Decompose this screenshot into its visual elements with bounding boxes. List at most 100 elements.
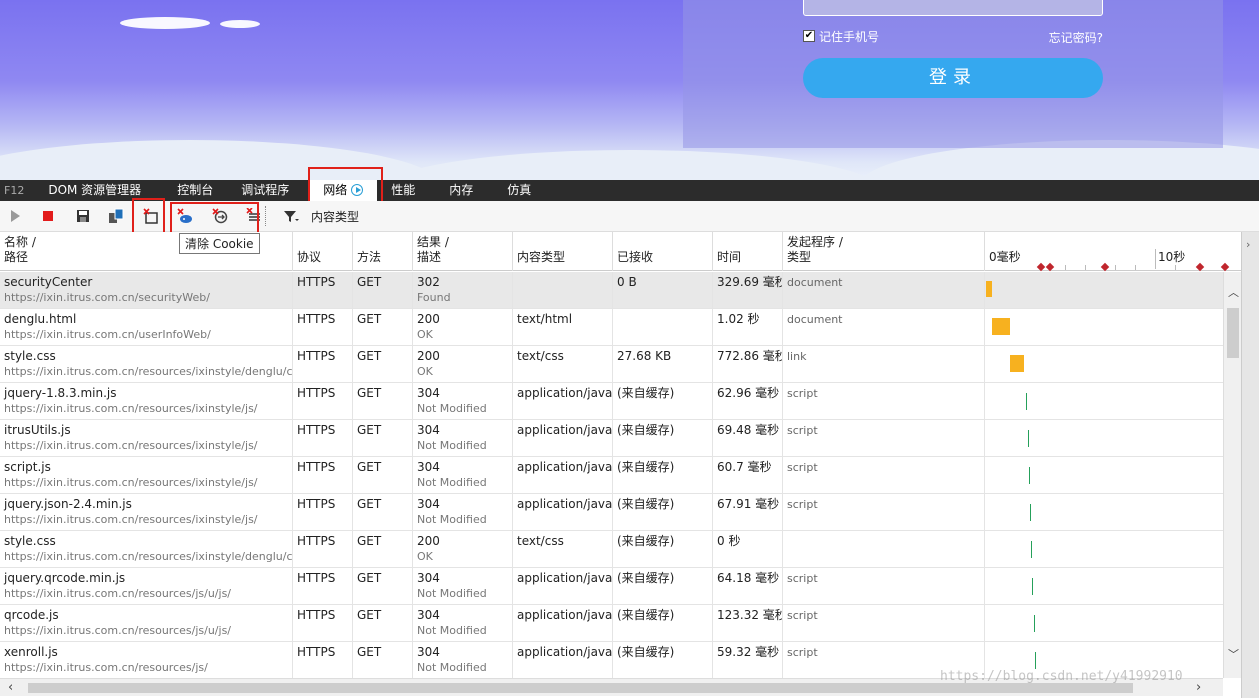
cell-received: (来自缓存) <box>613 494 713 531</box>
cell-received: (来自缓存) <box>613 605 713 642</box>
cell-initiator: document <box>783 272 985 309</box>
vertical-scrollbar[interactable]: ︿ ﹀ <box>1223 272 1241 678</box>
always-refresh-icon[interactable] <box>108 208 124 224</box>
cell-content-type: application/java... <box>513 494 613 531</box>
tab-console[interactable]: 控制台 <box>155 180 227 201</box>
table-row[interactable]: jquery.qrcode.min.js https://ixin.itrus.c… <box>0 568 1223 605</box>
timeline-event-marker <box>1220 262 1230 272</box>
cell-protocol-text: HTTPS <box>297 460 336 474</box>
forgot-password-link[interactable]: 忘记密码? <box>1049 29 1103 46</box>
cell-protocol-text: HTTPS <box>297 645 336 659</box>
cell-content-type: application/java... <box>513 605 613 642</box>
cell-method: GET <box>353 346 413 383</box>
scroll-right-icon[interactable]: › <box>1196 680 1201 695</box>
cell-method-text: GET <box>357 645 382 659</box>
cell-result: 304 Not Modified <box>413 642 513 678</box>
cell-initiator: link <box>783 346 985 383</box>
cell-protocol-text: HTTPS <box>297 571 336 585</box>
cell-method: GET <box>353 272 413 309</box>
column-header-received[interactable]: 已接收 <box>613 232 713 271</box>
cell-initiator: script <box>783 605 985 642</box>
column-header-time[interactable]: 时间 <box>713 232 783 271</box>
login-panel: ✔ 记住手机号 忘记密码? 登录 <box>683 0 1223 148</box>
table-row[interactable]: denglu.html https://ixin.itrus.com.cn/use… <box>0 309 1223 346</box>
cell-received-text: (来自缓存) <box>617 497 675 511</box>
cell-protocol-text: HTTPS <box>297 349 336 363</box>
cell-name-subtext: https://ixin.itrus.com.cn/resources/ixin… <box>4 439 258 452</box>
cell-name-subtext: https://ixin.itrus.com.cn/resources/js/u… <box>4 624 232 637</box>
cell-protocol-text: HTTPS <box>297 275 336 289</box>
column-time-label: 时间 <box>717 250 742 264</box>
stop-record-icon[interactable] <box>40 208 56 224</box>
cell-waterfall <box>985 494 1223 531</box>
cell-name-text: script.js <box>4 460 51 474</box>
cell-content-type-text: text/html <box>517 312 573 326</box>
timeline-event-marker <box>1195 262 1205 272</box>
vertical-scroll-thumb[interactable] <box>1227 308 1239 358</box>
table-row[interactable]: style.css https://ixin.itrus.com.cn/resou… <box>0 531 1223 568</box>
column-header-initiator[interactable]: 发起程序 / 类型 <box>783 232 985 271</box>
table-row[interactable]: jquery.json-2.4.min.js https://ixin.itrus… <box>0 494 1223 531</box>
cell-received-text: (来自缓存) <box>617 460 675 474</box>
cell-waterfall <box>985 568 1223 605</box>
remember-phone-row[interactable]: ✔ 记住手机号 <box>803 28 879 44</box>
timeline-ruler-tick <box>1115 265 1116 270</box>
table-row[interactable]: jquery-1.8.3.min.js https://ixin.itrus.co… <box>0 383 1223 420</box>
tab-memory[interactable]: 内存 <box>429 180 487 201</box>
column-header-timeline[interactable]: 0毫秒 10秒 <box>985 232 1241 272</box>
cell-result-text: 304 <box>417 386 440 400</box>
tab-emulation[interactable]: 仿真 <box>487 180 545 201</box>
column-header-content-type[interactable]: 内容类型 <box>513 232 613 271</box>
waterfall-timing-bar <box>992 318 1010 335</box>
network-request-list: securityCenter https://ixin.itrus.com.cn/… <box>0 272 1223 678</box>
remember-phone-checkbox[interactable]: ✔ <box>803 30 815 42</box>
waterfall-timing-bar <box>1028 430 1029 447</box>
table-row[interactable]: qrcode.js https://ixin.itrus.com.cn/resou… <box>0 605 1223 642</box>
scroll-up-icon[interactable]: ︿ <box>1228 284 1239 300</box>
filter-icon[interactable] <box>283 208 299 224</box>
cell-protocol-text: HTTPS <box>297 386 336 400</box>
cell-result-subtext: Not Modified <box>417 476 487 489</box>
cell-result: 304 Not Modified <box>413 383 513 420</box>
cell-result-text: 304 <box>417 645 440 659</box>
cell-result-text: 304 <box>417 571 440 585</box>
horizontal-scroll-thumb[interactable] <box>28 683 1133 693</box>
cell-protocol-text: HTTPS <box>297 312 336 326</box>
cell-name: securityCenter https://ixin.itrus.com.cn/… <box>0 272 293 309</box>
column-header-method[interactable]: 方法 <box>353 232 413 271</box>
cell-protocol: HTTPS <box>293 605 353 642</box>
scroll-left-icon[interactable]: ‹ <box>8 680 13 695</box>
cell-protocol-text: HTTPS <box>297 423 336 437</box>
export-har-icon[interactable] <box>75 208 91 224</box>
cell-name-text: style.css <box>4 349 56 363</box>
details-pane-collapsed[interactable]: › <box>1241 232 1259 698</box>
cell-result-text: 304 <box>417 608 440 622</box>
cell-protocol: HTTPS <box>293 494 353 531</box>
column-protocol-label: 协议 <box>297 250 322 264</box>
cell-received: (来自缓存) <box>613 420 713 457</box>
tab-debugger[interactable]: 调试程序 <box>227 180 303 201</box>
content-type-filter-label[interactable]: 内容类型 <box>311 208 359 225</box>
web-page-area: ✔ 记住手机号 忘记密码? 登录 <box>0 0 1259 180</box>
cell-time-text: 123.32 毫秒 <box>717 608 783 622</box>
cell-result-subtext: Not Modified <box>417 513 487 526</box>
expand-details-icon[interactable]: › <box>1246 238 1250 251</box>
column-header-result[interactable]: 结果 / 描述 <box>413 232 513 271</box>
login-input-field[interactable] <box>803 0 1103 16</box>
column-header-protocol[interactable]: 协议 <box>293 232 353 271</box>
cell-content-type: application/java... <box>513 568 613 605</box>
login-button[interactable]: 登录 <box>803 58 1103 98</box>
cell-method: GET <box>353 420 413 457</box>
table-row[interactable]: script.js https://ixin.itrus.com.cn/resou… <box>0 457 1223 494</box>
cell-received: 0 B <box>613 272 713 309</box>
table-row[interactable]: securityCenter https://ixin.itrus.com.cn/… <box>0 272 1223 309</box>
table-row[interactable]: itrusUtils.js https://ixin.itrus.com.cn/r… <box>0 420 1223 457</box>
table-row[interactable]: style.css https://ixin.itrus.com.cn/resou… <box>0 346 1223 383</box>
cell-method: GET <box>353 568 413 605</box>
play-icon[interactable] <box>7 208 23 224</box>
tab-performance[interactable]: 性能 <box>377 180 429 201</box>
cell-initiator-text: script <box>787 461 818 474</box>
cell-result-subtext: Not Modified <box>417 661 487 674</box>
scroll-down-icon[interactable]: ﹀ <box>1228 646 1239 662</box>
cell-received-text: 27.68 KB <box>617 349 672 363</box>
